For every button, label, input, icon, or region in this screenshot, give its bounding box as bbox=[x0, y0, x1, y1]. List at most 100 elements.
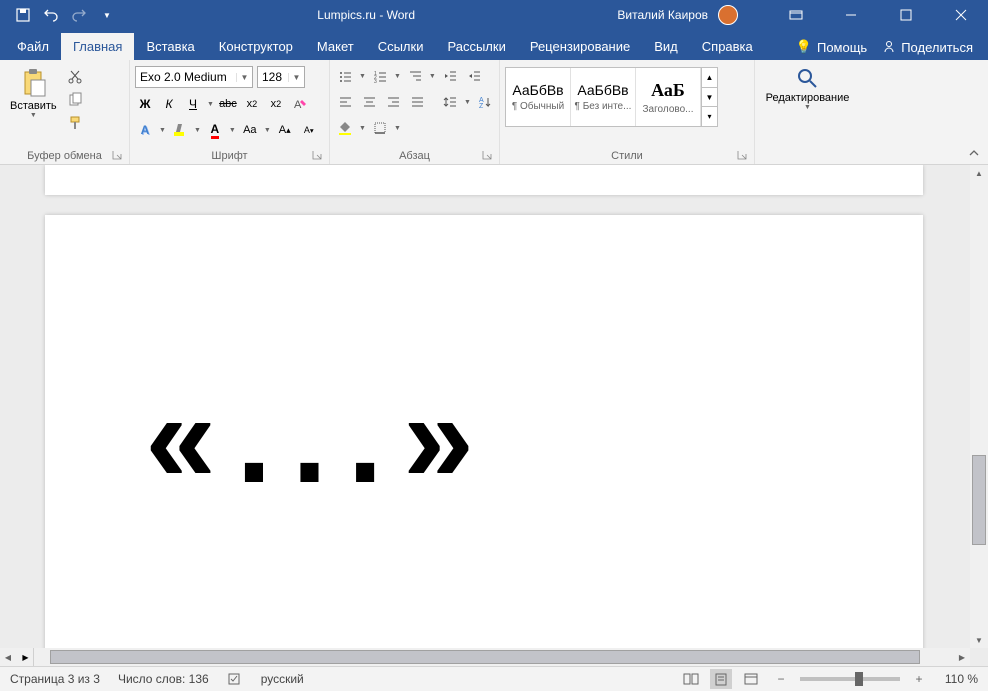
tab-layout[interactable]: Макет bbox=[305, 33, 366, 60]
tab-view[interactable]: Вид bbox=[642, 33, 690, 60]
font-size-input[interactable] bbox=[258, 70, 288, 84]
editing-button[interactable]: Редактирование ▼ bbox=[761, 63, 855, 114]
tab-insert[interactable]: Вставка bbox=[134, 33, 206, 60]
superscript-button[interactable]: x2 bbox=[266, 94, 286, 114]
shading-button[interactable] bbox=[335, 118, 355, 138]
font-size-combo[interactable]: ▼ bbox=[257, 66, 305, 88]
sort-button[interactable]: AZ bbox=[475, 92, 495, 112]
style-normal[interactable]: АаБбВв¶ Обычный bbox=[506, 68, 571, 126]
grow-font-button[interactable]: A▴ bbox=[275, 120, 295, 140]
maximize-button[interactable] bbox=[883, 0, 928, 30]
zoom-in-button[interactable]: + bbox=[908, 669, 930, 689]
borders-button[interactable] bbox=[370, 118, 390, 138]
collapse-ribbon-button[interactable] bbox=[965, 144, 983, 162]
zoom-slider[interactable] bbox=[800, 677, 900, 681]
gallery-up-button[interactable]: ▲ bbox=[702, 68, 717, 88]
hscroll-thumb[interactable] bbox=[50, 650, 920, 664]
share-button[interactable]: Поделиться bbox=[882, 40, 973, 55]
bullets-button[interactable] bbox=[335, 66, 355, 86]
zoom-level[interactable]: 110 % bbox=[938, 672, 978, 686]
autosave-icon[interactable] bbox=[15, 7, 31, 23]
paragraph-launcher[interactable] bbox=[482, 150, 494, 162]
page-previous bbox=[45, 165, 923, 195]
multilevel-list-button[interactable] bbox=[405, 66, 425, 86]
decrease-indent-button[interactable] bbox=[440, 66, 460, 86]
align-center-button[interactable] bbox=[359, 92, 379, 112]
tab-help[interactable]: Справка bbox=[690, 33, 765, 60]
tellme-button[interactable]: 💡Помощь bbox=[796, 39, 867, 55]
chevron-down-icon[interactable]: ▼ bbox=[288, 73, 304, 82]
align-left-button[interactable] bbox=[335, 92, 355, 112]
ribbon-display-icon[interactable] bbox=[773, 0, 818, 30]
shrink-font-button[interactable]: A▾ bbox=[299, 120, 319, 140]
document-viewport[interactable]: «...» bbox=[0, 165, 970, 648]
style-heading1[interactable]: АаБЗаголово... bbox=[636, 68, 701, 126]
scroll-left-button[interactable]: ◀ bbox=[0, 648, 16, 666]
numbering-button[interactable]: 123 bbox=[370, 66, 390, 86]
horizontal-scrollbar[interactable]: ◀ ▶ ▶ bbox=[0, 648, 970, 666]
line-spacing-button[interactable] bbox=[440, 92, 460, 112]
print-layout-button[interactable] bbox=[710, 669, 732, 689]
gallery-more-button[interactable]: ▾ bbox=[702, 107, 717, 126]
tab-design[interactable]: Конструктор bbox=[207, 33, 305, 60]
paste-button[interactable]: Вставить ▼ bbox=[5, 63, 62, 122]
font-name-input[interactable] bbox=[136, 70, 236, 84]
font-name-combo[interactable]: ▼ bbox=[135, 66, 253, 88]
strikethrough-button[interactable]: abc bbox=[218, 94, 238, 114]
share-icon bbox=[882, 40, 896, 54]
italic-button[interactable]: К bbox=[159, 94, 179, 114]
zoom-handle[interactable] bbox=[855, 672, 863, 686]
document-page[interactable]: «...» bbox=[45, 215, 923, 648]
document-text[interactable]: «...» bbox=[45, 215, 923, 648]
read-mode-button[interactable] bbox=[680, 669, 702, 689]
redo-icon[interactable] bbox=[71, 7, 87, 23]
status-page[interactable]: Страница 3 из 3 bbox=[10, 672, 100, 686]
font-launcher[interactable] bbox=[312, 150, 324, 162]
change-case-button[interactable]: Aa bbox=[240, 120, 260, 140]
increase-indent-button[interactable] bbox=[464, 66, 484, 86]
vertical-scrollbar[interactable]: ▲ ▼ bbox=[970, 165, 988, 648]
scroll-nav-button[interactable]: ▶ bbox=[18, 648, 34, 666]
scroll-right-button[interactable]: ▶ bbox=[954, 648, 970, 666]
clear-formatting-button[interactable]: A bbox=[290, 94, 310, 114]
tab-review[interactable]: Рецензирование bbox=[518, 33, 642, 60]
align-right-button[interactable] bbox=[383, 92, 403, 112]
tab-file[interactable]: Файл bbox=[5, 33, 61, 60]
scroll-up-button[interactable]: ▲ bbox=[970, 165, 988, 181]
scroll-down-button[interactable]: ▼ bbox=[970, 632, 988, 648]
spellcheck-icon[interactable] bbox=[227, 671, 243, 687]
minimize-button[interactable] bbox=[828, 0, 873, 30]
status-language[interactable]: русский bbox=[261, 672, 304, 686]
user-name[interactable]: Виталий Каиров bbox=[617, 8, 708, 22]
underline-button[interactable]: Ч bbox=[183, 94, 203, 114]
tab-mailings[interactable]: Рассылки bbox=[435, 33, 517, 60]
tab-home[interactable]: Главная bbox=[61, 33, 134, 60]
styles-gallery[interactable]: АаБбВв¶ Обычный АаБбВв¶ Без инте... АаБЗ… bbox=[505, 67, 718, 127]
tab-references[interactable]: Ссылки bbox=[366, 33, 436, 60]
gallery-down-button[interactable]: ▼ bbox=[702, 88, 717, 108]
group-clipboard-label: Буфер обмена bbox=[27, 150, 102, 162]
bold-button[interactable]: Ж bbox=[135, 94, 155, 114]
zoom-out-button[interactable]: − bbox=[770, 669, 792, 689]
font-color-button[interactable]: A bbox=[205, 120, 225, 140]
copy-button[interactable] bbox=[65, 90, 85, 110]
scroll-thumb[interactable] bbox=[972, 455, 986, 545]
format-painter-button[interactable] bbox=[65, 113, 85, 133]
chevron-down-icon[interactable]: ▼ bbox=[236, 73, 252, 82]
styles-launcher[interactable] bbox=[737, 150, 749, 162]
style-nospacing[interactable]: АаБбВв¶ Без инте... bbox=[571, 68, 636, 126]
status-words[interactable]: Число слов: 136 bbox=[118, 672, 209, 686]
cut-button[interactable] bbox=[65, 67, 85, 87]
highlight-button[interactable] bbox=[170, 120, 190, 140]
svg-text:A: A bbox=[294, 99, 302, 111]
qat-customize-icon[interactable]: ▼ bbox=[99, 7, 115, 23]
text-effects-button[interactable]: A bbox=[135, 120, 155, 140]
web-layout-button[interactable] bbox=[740, 669, 762, 689]
close-button[interactable] bbox=[938, 0, 983, 30]
justify-button[interactable] bbox=[407, 92, 427, 112]
window-title: Lumpics.ru - Word bbox=[115, 8, 617, 22]
user-avatar[interactable] bbox=[718, 5, 738, 25]
undo-icon[interactable] bbox=[43, 7, 59, 23]
clipboard-launcher[interactable] bbox=[112, 150, 124, 162]
subscript-button[interactable]: x2 bbox=[242, 94, 262, 114]
